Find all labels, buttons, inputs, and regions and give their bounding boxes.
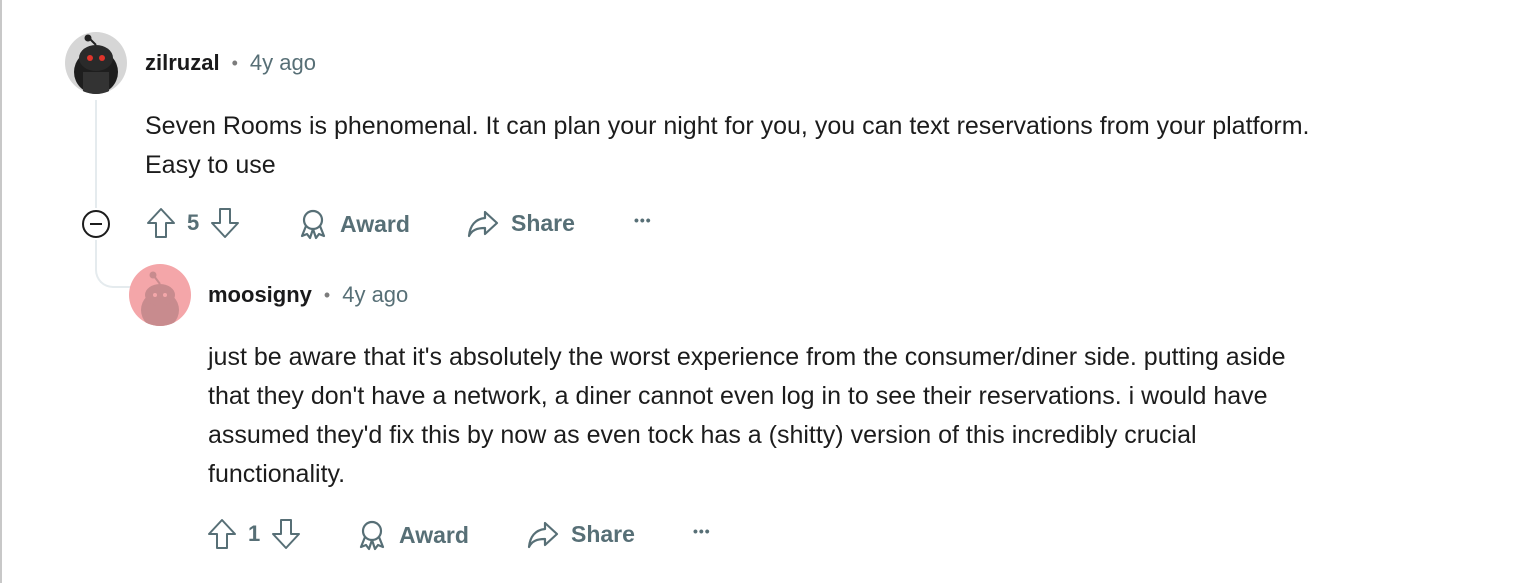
share-button[interactable]: Share [467,208,575,238]
comment-meta: zilruzal • 4y ago [145,50,316,76]
more-icon: ••• [693,523,711,539]
share-icon [527,521,559,549]
upvote-button[interactable] [206,517,238,551]
award-icon [300,209,326,240]
award-button[interactable]: Award [298,208,410,240]
downvote-icon [272,519,301,549]
downvote-button[interactable] [209,206,241,240]
award-label: Award [399,521,469,548]
window-edge [0,0,2,583]
collapse-button[interactable] [81,209,111,239]
comment-body-line: functionality. [208,460,346,488]
more-button[interactable]: ••• [693,523,711,539]
vote-controls: 1 [206,517,302,551]
vote-count: 1 [248,521,261,546]
share-label: Share [511,209,575,236]
share-label: Share [571,520,635,547]
award-button[interactable]: Award [357,519,469,551]
comment-body: just be aware that it's absolutely the w… [208,338,1286,494]
share-button[interactable]: Share [527,519,635,549]
username[interactable]: zilruzal [145,50,220,76]
upvote-button[interactable] [145,206,177,240]
downvote-button[interactable] [270,517,302,551]
vote-count: 5 [187,210,200,235]
avatar[interactable] [129,264,191,326]
timestamp[interactable]: 4y ago [342,282,408,308]
meta-separator: • [231,52,238,73]
thread-branch [95,248,131,288]
timestamp[interactable]: 4y ago [250,50,316,76]
username[interactable]: moosigny [208,282,312,308]
comment-body-line: that they don't have a network, a diner … [208,382,1268,410]
comment-meta: moosigny • 4y ago [208,282,408,308]
upvote-icon [208,519,236,549]
comment-body-line: just be aware that it's absolutely the w… [208,343,1286,371]
more-icon: ••• [634,212,652,228]
collapse-icon [82,210,110,238]
comment-body-line: Seven Rooms is phenomenal. It can plan y… [145,112,1310,140]
avatar[interactable] [65,32,127,94]
downvote-icon [211,208,240,238]
upvote-icon [147,208,175,238]
award-icon [359,520,385,551]
comment-body-line: assumed they'd fix this by now as even t… [208,421,1197,449]
comment-body: Seven Rooms is phenomenal. It can plan y… [145,107,1309,185]
award-label: Award [340,210,410,237]
comment-body-line: Easy to use [145,151,276,179]
thread-line [95,100,97,208]
more-button[interactable]: ••• [634,212,652,228]
vote-controls: 5 [145,206,241,240]
meta-separator: • [323,284,331,305]
share-icon [467,210,499,238]
